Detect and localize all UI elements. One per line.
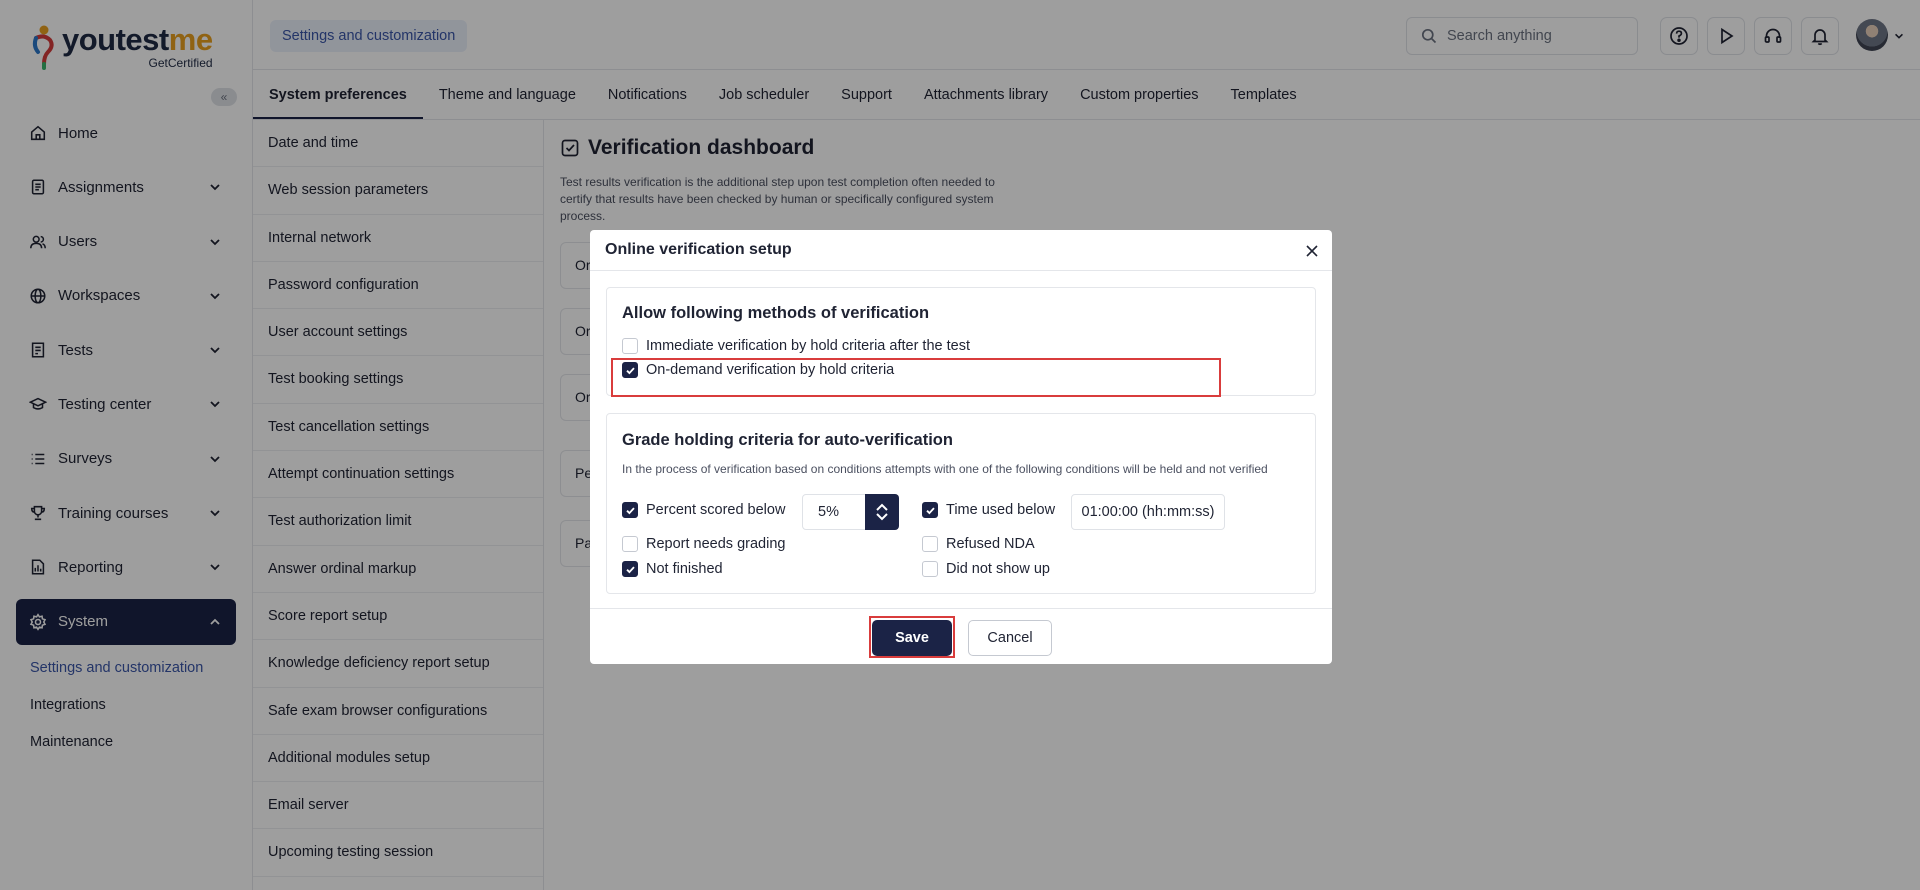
verification-methods-panel: Allow following methods of verification … <box>606 287 1316 397</box>
save-button[interactable]: Save <box>872 620 952 656</box>
refused-nda-option[interactable]: Refused NDA <box>922 536 1035 552</box>
modal-header: Online verification setup <box>590 230 1332 271</box>
check-icon <box>625 565 635 573</box>
percent-input[interactable]: 5% <box>802 494 866 530</box>
option-label: Time used below <box>946 502 1056 518</box>
checkbox[interactable] <box>922 536 938 552</box>
cancel-button[interactable]: Cancel <box>968 620 1052 656</box>
highlight-box <box>611 358 1221 397</box>
check-icon <box>925 506 935 514</box>
option-label: Immediate verification by hold criteria … <box>646 338 970 354</box>
did-not-show-up-option[interactable]: Did not show up <box>922 561 1050 577</box>
time-used-below-option[interactable]: Time used below <box>922 502 1055 518</box>
percent-stepper[interactable] <box>865 494 899 530</box>
checkbox[interactable] <box>922 561 938 577</box>
checkbox-checked[interactable] <box>622 561 638 577</box>
modal-title: Online verification setup <box>605 241 792 258</box>
checkbox[interactable] <box>622 338 638 354</box>
online-verification-modal: Online verification setup Allow followin… <box>590 230 1332 664</box>
percent-scored-below-option[interactable]: Percent scored below <box>622 502 785 518</box>
checkbox-checked[interactable] <box>622 502 638 518</box>
option-label: Report needs grading <box>646 536 786 552</box>
chevron-up-icon[interactable] <box>874 502 890 512</box>
section-title: Allow following methods of verification <box>622 304 930 322</box>
option-label: Refused NDA <box>946 536 1035 552</box>
option-label: Not finished <box>646 561 723 577</box>
report-needs-grading-option[interactable]: Report needs grading <box>622 536 785 552</box>
option-label: Did not show up <box>946 561 1050 577</box>
section-title: Grade holding criteria for auto-verifica… <box>622 431 953 449</box>
check-icon <box>625 506 635 514</box>
option-label: Percent scored below <box>646 502 786 518</box>
section-description: In the process of verification based on … <box>622 462 1268 476</box>
close-icon <box>1306 245 1318 257</box>
checkbox-checked[interactable] <box>922 502 938 518</box>
not-finished-option[interactable]: Not finished <box>622 561 723 577</box>
close-button[interactable] <box>1302 241 1322 261</box>
grade-holding-criteria-panel: Grade holding criteria for auto-verifica… <box>606 413 1316 594</box>
immediate-verification-option[interactable]: Immediate verification by hold criteria … <box>622 338 970 354</box>
modal-footer: Save Cancel <box>590 608 1332 664</box>
checkbox[interactable] <box>622 536 638 552</box>
time-input[interactable]: 01:00:00 (hh:mm:ss) <box>1071 494 1225 530</box>
chevron-down-icon[interactable] <box>874 512 890 522</box>
